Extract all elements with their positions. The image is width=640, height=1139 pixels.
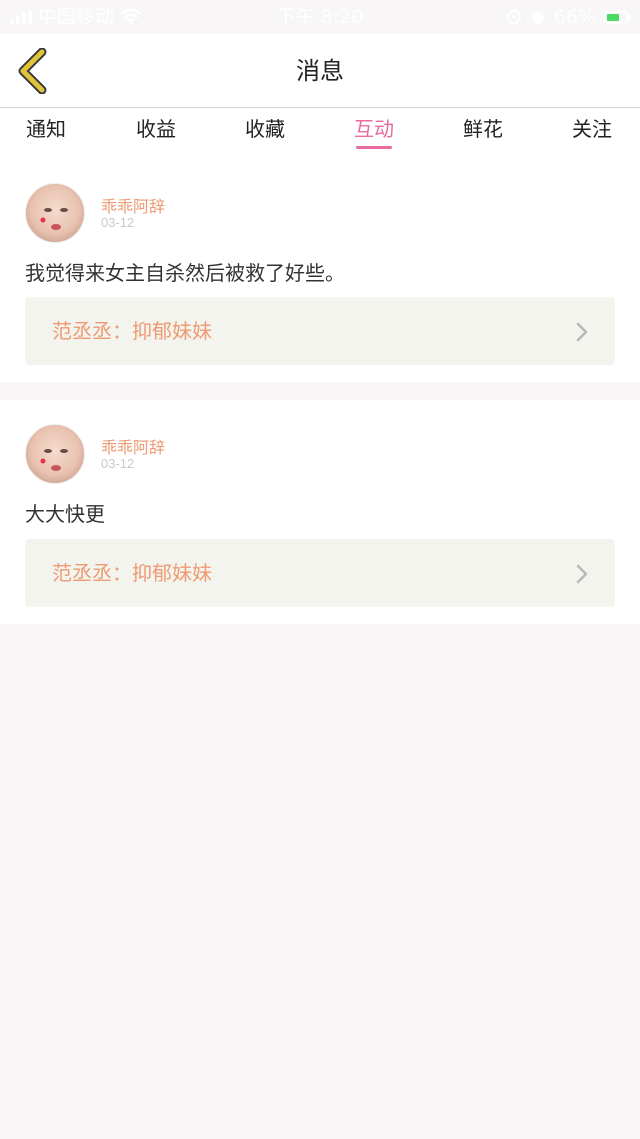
avatar-image [40,449,68,471]
reference-link[interactable]: 范丞丞：抑郁妹妹 [25,539,615,607]
tab-label: 鲜花 [463,117,503,141]
comment-text: 我觉得来女主自杀然后被救了好些。 [25,261,345,285]
tab-label: 互动 [354,117,394,141]
page-title: 消息 [296,57,344,85]
battery-icon [604,10,631,24]
user-name[interactable]: 乖乖阿辞 [101,193,165,217]
chevron-right-icon [576,322,588,342]
status-bar: 中国移动 下午 8:20 66% [0,0,640,34]
user-name[interactable]: 乖乖阿辞 [101,434,165,458]
tab-label: 收益 [136,117,176,141]
tab-notifications[interactable]: 通知 [6,109,86,153]
reference-text: 范丞丞：抑郁妹妹 [52,319,212,343]
reference-link[interactable]: 范丞丞：抑郁妹妹 [25,297,615,365]
comment-text: 大大快更 [25,502,105,526]
interaction-card: 乖乖阿辞 03-12 我觉得来女主自杀然后被救了好些。 范丞丞：抑郁妹妹 [0,153,640,382]
status-right: 66% [506,0,631,34]
tab-label: 关注 [572,117,612,141]
chevron-left-icon [18,47,47,95]
post-date: 03-12 [101,215,135,230]
tab-flowers[interactable]: 鲜花 [443,109,523,153]
active-tab-indicator [356,146,392,149]
post-date: 03-12 [101,456,135,471]
avatar-image [40,208,68,230]
tab-bar: 通知 收益 收藏 互动 鲜花 关注 [0,109,640,153]
chevron-right-icon [576,564,588,584]
tab-earnings[interactable]: 收益 [116,109,196,153]
alarm-icon [531,12,544,24]
battery-percent: 66% [553,6,596,28]
tab-label: 收藏 [245,117,285,141]
tab-following[interactable]: 关注 [552,109,632,153]
interaction-card: 乖乖阿辞 03-12 大大快更 范丞丞：抑郁妹妹 [0,400,640,624]
nav-bar: 消息 [0,34,640,108]
location-icon [506,10,521,24]
tab-label: 通知 [26,117,66,141]
reference-text: 范丞丞：抑郁妹妹 [52,561,212,585]
back-button[interactable] [14,47,54,95]
screen: 中国移动 下午 8:20 66% 消息 通知 收益 收藏 互动 鲜花 关注 乖乖… [0,0,640,1139]
avatar[interactable] [25,183,85,243]
tab-interactions[interactable]: 互动 [334,109,414,153]
avatar[interactable] [25,424,85,484]
tab-favorites[interactable]: 收藏 [225,109,305,153]
